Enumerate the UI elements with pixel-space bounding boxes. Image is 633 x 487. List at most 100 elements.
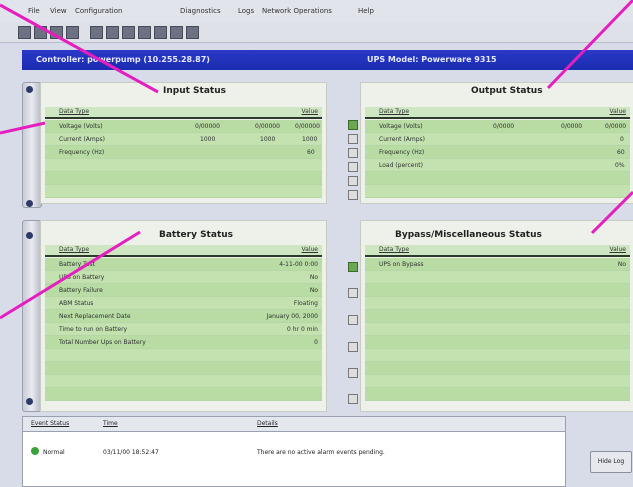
folder-icon[interactable] xyxy=(66,26,79,39)
table-row xyxy=(45,362,322,375)
row-value: Floating xyxy=(293,300,318,307)
table-row xyxy=(45,159,322,172)
refresh-icon[interactable] xyxy=(90,26,103,39)
column-header: Data Type xyxy=(59,246,90,253)
output-rows: Voltage (Volts) 0/0000 0/0000 0/0000 Cur… xyxy=(365,120,630,198)
row-label: Load (percent) xyxy=(379,162,423,169)
bypass-table-header: Data Type Value xyxy=(365,245,630,257)
print-icon[interactable] xyxy=(34,26,47,39)
event-status-value: Normal xyxy=(43,449,65,456)
row-label: Voltage (Volts) xyxy=(59,123,103,130)
table-row xyxy=(365,349,630,362)
bypass-status-title: Bypass/Miscellaneous Status xyxy=(395,230,542,240)
row-value: January 00, 2000 xyxy=(266,313,318,320)
input-status-title: Input Status xyxy=(163,86,226,96)
row-label: Current (Amps) xyxy=(379,136,426,143)
column-header: Data Type xyxy=(379,108,410,115)
status-indicator-icon xyxy=(348,190,358,200)
input-table-header: Data Type Value xyxy=(45,107,322,119)
output-status-panel: Output Status Data Type Value Voltage (V… xyxy=(360,82,633,204)
table-row[interactable]: Frequency (Hz) 60 xyxy=(365,146,630,159)
battery-status-title: Battery Status xyxy=(159,230,234,240)
menu-diagnostics[interactable]: Diagnostics xyxy=(180,7,221,15)
column-header: Details xyxy=(257,420,278,427)
hide-log-button[interactable]: Hide Log xyxy=(590,451,632,473)
row-value: 4-11-00 0:00 xyxy=(279,261,318,268)
table-row xyxy=(45,375,322,388)
event-details-value: There are no active alarm events pending… xyxy=(257,449,385,456)
battery-status-panel: Battery Status Data Type Value Battery T… xyxy=(40,220,327,412)
status-dot-icon xyxy=(26,398,33,405)
row-label: Battery Failure xyxy=(59,287,103,294)
help-icon[interactable] xyxy=(186,26,199,39)
menu-file[interactable]: File xyxy=(28,7,40,15)
table-row[interactable]: Load (percent) 0% xyxy=(365,159,630,172)
open-icon[interactable] xyxy=(50,26,63,39)
table-row xyxy=(365,271,630,284)
table-row xyxy=(365,284,630,297)
clock-icon[interactable] xyxy=(154,26,167,39)
table-row[interactable]: Voltage (Volts) 0/00000 0/00000 0/00000 xyxy=(45,120,322,133)
table-row xyxy=(365,362,630,375)
row-label: Next Replacement Date xyxy=(59,313,131,320)
menu-help[interactable]: Help xyxy=(358,7,374,15)
row-label: UPS on Bypass xyxy=(379,261,424,268)
paste-icon[interactable] xyxy=(122,26,135,39)
table-row xyxy=(365,310,630,323)
row-value: 0/0000 xyxy=(493,123,515,130)
row-value: 1000 xyxy=(260,136,276,143)
row-value: No xyxy=(309,287,318,294)
battery-table-header: Data Type Value xyxy=(45,245,322,257)
menu-network-operations[interactable]: Network Operations xyxy=(262,7,332,15)
controller-label: Controller: powerpump (10.255.28.87) xyxy=(36,55,210,64)
table-row[interactable]: Time to run on Battery 0 hr 0 min xyxy=(45,323,322,336)
bypass-status-panel: Bypass/Miscellaneous Status Data Type Va… xyxy=(360,220,633,412)
table-row[interactable]: UPS on Battery No xyxy=(45,271,322,284)
status-indicator-icon xyxy=(348,148,358,158)
row-value: 1000 xyxy=(200,136,216,143)
settings-icon[interactable] xyxy=(170,26,183,39)
table-row[interactable]: Next Replacement Date January 00, 2000 xyxy=(45,310,322,323)
table-row[interactable]: ABM Status Floating xyxy=(45,297,322,310)
row-value: No xyxy=(309,274,318,281)
menu-logs[interactable]: Logs xyxy=(238,7,254,15)
column-header: Value xyxy=(609,108,626,115)
row-label: Frequency (Hz) xyxy=(59,149,105,156)
table-row[interactable]: UPS on Bypass No xyxy=(365,258,630,271)
column-header: Value xyxy=(301,108,318,115)
table-row[interactable]: Battery Failure No xyxy=(45,284,322,297)
row-label: Time to run on Battery xyxy=(59,326,128,333)
column-header: Event Status xyxy=(31,420,70,427)
copy-icon[interactable] xyxy=(106,26,119,39)
battery-side-strip xyxy=(22,220,42,412)
table-row[interactable]: Frequency (Hz) 60 xyxy=(45,146,322,159)
row-value: 0 hr 0 min xyxy=(287,326,318,333)
menu-configuration[interactable]: Configuration xyxy=(75,7,122,15)
table-row[interactable]: Current (Amps) 0 xyxy=(365,133,630,146)
menu-view[interactable]: View xyxy=(50,7,67,15)
table-row xyxy=(365,375,630,388)
properties-icon[interactable] xyxy=(138,26,151,39)
table-row[interactable]: Battery Test 4-11-00 0:00 xyxy=(45,258,322,271)
input-status-panel: Input Status Data Type Value Voltage (Vo… xyxy=(40,82,327,204)
row-value: 0/00000 xyxy=(195,123,220,130)
row-label: Frequency (Hz) xyxy=(379,149,425,156)
save-icon[interactable] xyxy=(18,26,31,39)
column-header: Data Type xyxy=(379,246,410,253)
table-row xyxy=(365,388,630,401)
event-time-value: 03/11/00 18:52:47 xyxy=(103,449,159,456)
table-row xyxy=(365,323,630,336)
row-value: 60 xyxy=(617,149,625,156)
table-row[interactable]: Current (Amps) 1000 1000 1000 xyxy=(45,133,322,146)
table-row xyxy=(45,172,322,185)
status-indicator-icon xyxy=(348,315,358,325)
row-label: ABM Status xyxy=(59,300,94,307)
row-label: UPS on Battery xyxy=(59,274,105,281)
table-row xyxy=(45,388,322,401)
table-row xyxy=(45,185,322,198)
table-row xyxy=(365,172,630,185)
table-row[interactable]: Total Number Ups on Battery 0 xyxy=(45,336,322,349)
table-row[interactable]: Voltage (Volts) 0/0000 0/0000 0/0000 xyxy=(365,120,630,133)
battery-rows: Battery Test 4-11-00 0:00 UPS on Battery N… xyxy=(45,258,322,401)
status-indicator-icon xyxy=(348,120,358,130)
